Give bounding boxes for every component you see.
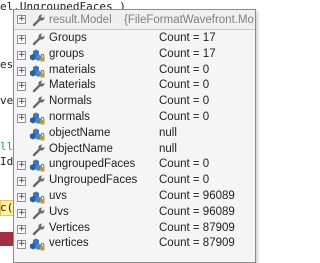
member-name: ObjectName	[49, 142, 113, 155]
member-value: Count = 0	[159, 174, 210, 187]
datatip-members: + Groups Count = 17 + groups Count = 17 + mater…	[14, 31, 255, 252]
expand-toggle[interactable]: +	[17, 208, 26, 218]
member-value: null	[159, 142, 177, 155]
wrench-icon	[32, 175, 45, 188]
private-field-icon	[30, 238, 45, 251]
expand-toggle[interactable]: +	[17, 160, 26, 171]
member-name: normals	[49, 110, 90, 123]
private-field-icon	[30, 159, 45, 172]
datatip-member-row[interactable]: + uvs Count = 96089	[14, 189, 255, 205]
member-name: Materials	[49, 79, 96, 92]
expand-toggle[interactable]: +	[17, 239, 26, 250]
expand-toggle[interactable]: +	[17, 66, 26, 76]
expand-toggle[interactable]: +	[17, 113, 26, 123]
datatip-member-row[interactable]: + Uvs Count = 96089	[14, 205, 255, 221]
datatip-member-row[interactable]: + UngroupedFaces Count = 0	[14, 173, 255, 189]
debugger-datatip[interactable]: + result.Model {FileFormatWavefront.Mo +…	[13, 9, 256, 263]
wrench-icon	[32, 80, 45, 93]
datatip-member-row[interactable]: + normals Count = 0	[14, 110, 255, 126]
wrench-icon	[32, 96, 45, 109]
member-name: Normals	[49, 95, 92, 108]
datatip-expression-value: {FileFormatWavefront.Mo	[124, 14, 254, 26]
datatip-member-row[interactable]: + materials Count = 0	[14, 63, 255, 79]
member-value: null	[159, 126, 177, 139]
member-value: Count = 0	[159, 95, 210, 108]
private-field-icon	[30, 112, 45, 125]
member-value: Count = 0	[159, 79, 210, 92]
expand-toggle[interactable]: +	[17, 50, 26, 60]
private-field-icon	[30, 128, 45, 141]
wrench-icon	[32, 14, 45, 27]
private-field-icon	[30, 191, 45, 204]
expand-toggle[interactable]: +	[17, 81, 26, 92]
datatip-member-row[interactable]: + ungroupedFaces Count = 0	[14, 157, 255, 173]
member-name: uvs	[49, 189, 67, 202]
member-name: groups	[49, 47, 85, 60]
wrench-icon	[32, 223, 45, 235]
member-value: Count = 0	[159, 158, 210, 171]
member-name: UngroupedFaces	[49, 174, 138, 187]
member-name: objectName	[49, 126, 111, 139]
member-name: Groups	[49, 32, 87, 44]
datatip-member-row[interactable]: + Groups Count = 17	[14, 31, 255, 47]
member-name: Uvs	[49, 205, 69, 218]
expand-toggle[interactable]: +	[17, 97, 26, 108]
member-value: Count = 96089	[159, 189, 235, 202]
datatip-member-row[interactable]: + groups Count = 17	[14, 47, 255, 63]
datatip-member-row[interactable]: + Normals Count = 0	[14, 94, 255, 110]
expand-toggle[interactable]: +	[17, 34, 26, 44]
wrench-icon	[32, 207, 45, 219]
datatip-member-row[interactable]: ObjectName null	[14, 142, 255, 158]
wrench-icon	[32, 33, 45, 46]
private-field-icon	[30, 65, 45, 78]
member-value: Count = 96089	[159, 205, 235, 218]
member-name: materials	[49, 63, 96, 76]
expand-toggle[interactable]: +	[17, 224, 26, 234]
private-field-icon	[30, 49, 45, 62]
datatip-header[interactable]: + result.Model {FileFormatWavefront.Mo	[14, 10, 255, 30]
member-name: Vertices	[49, 221, 90, 234]
datatip-member-row[interactable]: + Vertices Count = 87909	[14, 221, 255, 237]
wrench-icon	[32, 144, 45, 156]
datatip-member-row[interactable]: + vertices Count = 87909	[14, 236, 255, 252]
member-value: Count = 87909	[159, 221, 235, 234]
member-value: Count = 17	[159, 32, 216, 44]
expand-toggle[interactable]: +	[17, 192, 26, 202]
member-name: vertices	[49, 237, 89, 250]
member-value: Count = 87909	[159, 237, 235, 250]
member-value: Count = 0	[159, 110, 210, 123]
datatip-expression: result.Model	[49, 14, 112, 26]
expand-toggle[interactable]: +	[17, 176, 26, 187]
datatip-member-row[interactable]: objectName null	[14, 126, 255, 142]
member-name: ungroupedFaces	[49, 158, 136, 171]
member-value: Count = 0	[159, 63, 210, 76]
member-value: Count = 17	[159, 47, 216, 60]
datatip-member-row[interactable]: + Materials Count = 0	[14, 78, 255, 94]
expand-toggle[interactable]: +	[17, 14, 26, 24]
